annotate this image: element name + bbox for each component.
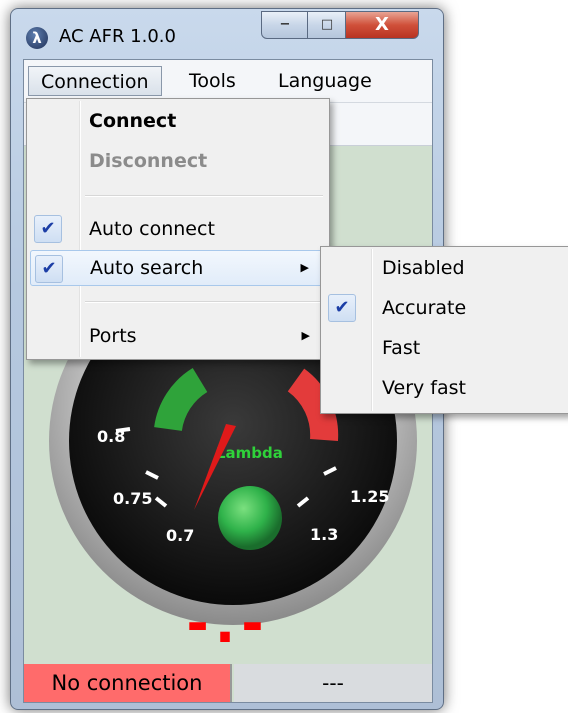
menu-language[interactable]: Language <box>266 66 384 96</box>
submenu-item-accurate[interactable]: ✔ Accurate <box>324 290 566 326</box>
menu-item-disconnect: Disconnect <box>30 143 326 179</box>
check-icon: ✔ <box>328 294 356 322</box>
submenu-item-label: Disabled <box>382 257 465 279</box>
minimize-button[interactable]: − <box>261 11 309 39</box>
afr-readout: -.- <box>186 592 270 655</box>
menu-tools[interactable]: Tools <box>177 66 248 96</box>
menu-bar: Connection Tools Language <box>24 60 432 103</box>
window-title: AC AFR 1.0.0 <box>59 26 176 47</box>
menu-item-label: Auto search <box>90 257 204 279</box>
submenu-arrow-icon: ▶ <box>300 261 309 274</box>
value-status: --- <box>234 664 432 702</box>
maximize-button[interactable]: □ <box>307 11 347 39</box>
menu-item-label: Connect <box>89 110 177 132</box>
check-icon: ✔ <box>35 255 63 283</box>
auto-search-submenu: Disabled ✔ Accurate Fast Very fast <box>320 246 568 414</box>
gauge-indicator-bulb <box>218 486 282 550</box>
submenu-item-very-fast[interactable]: Very fast <box>324 370 566 406</box>
gauge-label: Lambda <box>216 444 283 462</box>
menu-item-auto-search[interactable]: ✔ Auto search ▶ <box>30 250 326 286</box>
tick-label-1-25: 1.25 <box>350 487 389 506</box>
menu-separator <box>85 195 323 197</box>
check-icon: ✔ <box>34 215 62 243</box>
menu-item-connect[interactable]: Connect <box>30 103 326 139</box>
connection-menu: Connect Disconnect ✔ Auto connect ✔ Auto… <box>26 98 330 360</box>
maximize-icon: □ <box>320 17 334 32</box>
submenu-item-label: Fast <box>382 337 421 359</box>
tick-label-0-75: 0.75 <box>113 489 152 508</box>
menu-item-label: Ports <box>89 325 137 347</box>
submenu-item-label: Accurate <box>382 297 467 319</box>
close-button[interactable]: X <box>345 11 419 39</box>
submenu-item-label: Very fast <box>382 377 466 399</box>
tick-label-0-8: 0.8 <box>97 427 125 446</box>
menu-item-label: Disconnect <box>89 150 208 172</box>
close-icon: X <box>375 14 389 35</box>
tick-label-0-7: 0.7 <box>166 526 194 545</box>
minimize-icon: − <box>279 17 291 32</box>
menu-item-auto-connect[interactable]: ✔ Auto connect <box>30 211 326 247</box>
tick-label-1-3: 1.3 <box>310 525 338 544</box>
submenu-item-disabled[interactable]: Disabled <box>324 250 566 286</box>
menu-item-ports[interactable]: Ports ▶ <box>30 318 326 354</box>
menu-separator <box>85 301 323 303</box>
menu-connection[interactable]: Connection <box>28 66 162 96</box>
connection-status: No connection <box>24 664 232 702</box>
menu-item-label: Auto connect <box>89 218 215 240</box>
submenu-item-fast[interactable]: Fast <box>324 330 566 366</box>
app-lambda-icon: λ <box>26 27 48 49</box>
title-bar[interactable]: λ AC AFR 1.0.0 − □ X <box>11 9 443 59</box>
submenu-arrow-icon: ▶ <box>301 329 310 342</box>
